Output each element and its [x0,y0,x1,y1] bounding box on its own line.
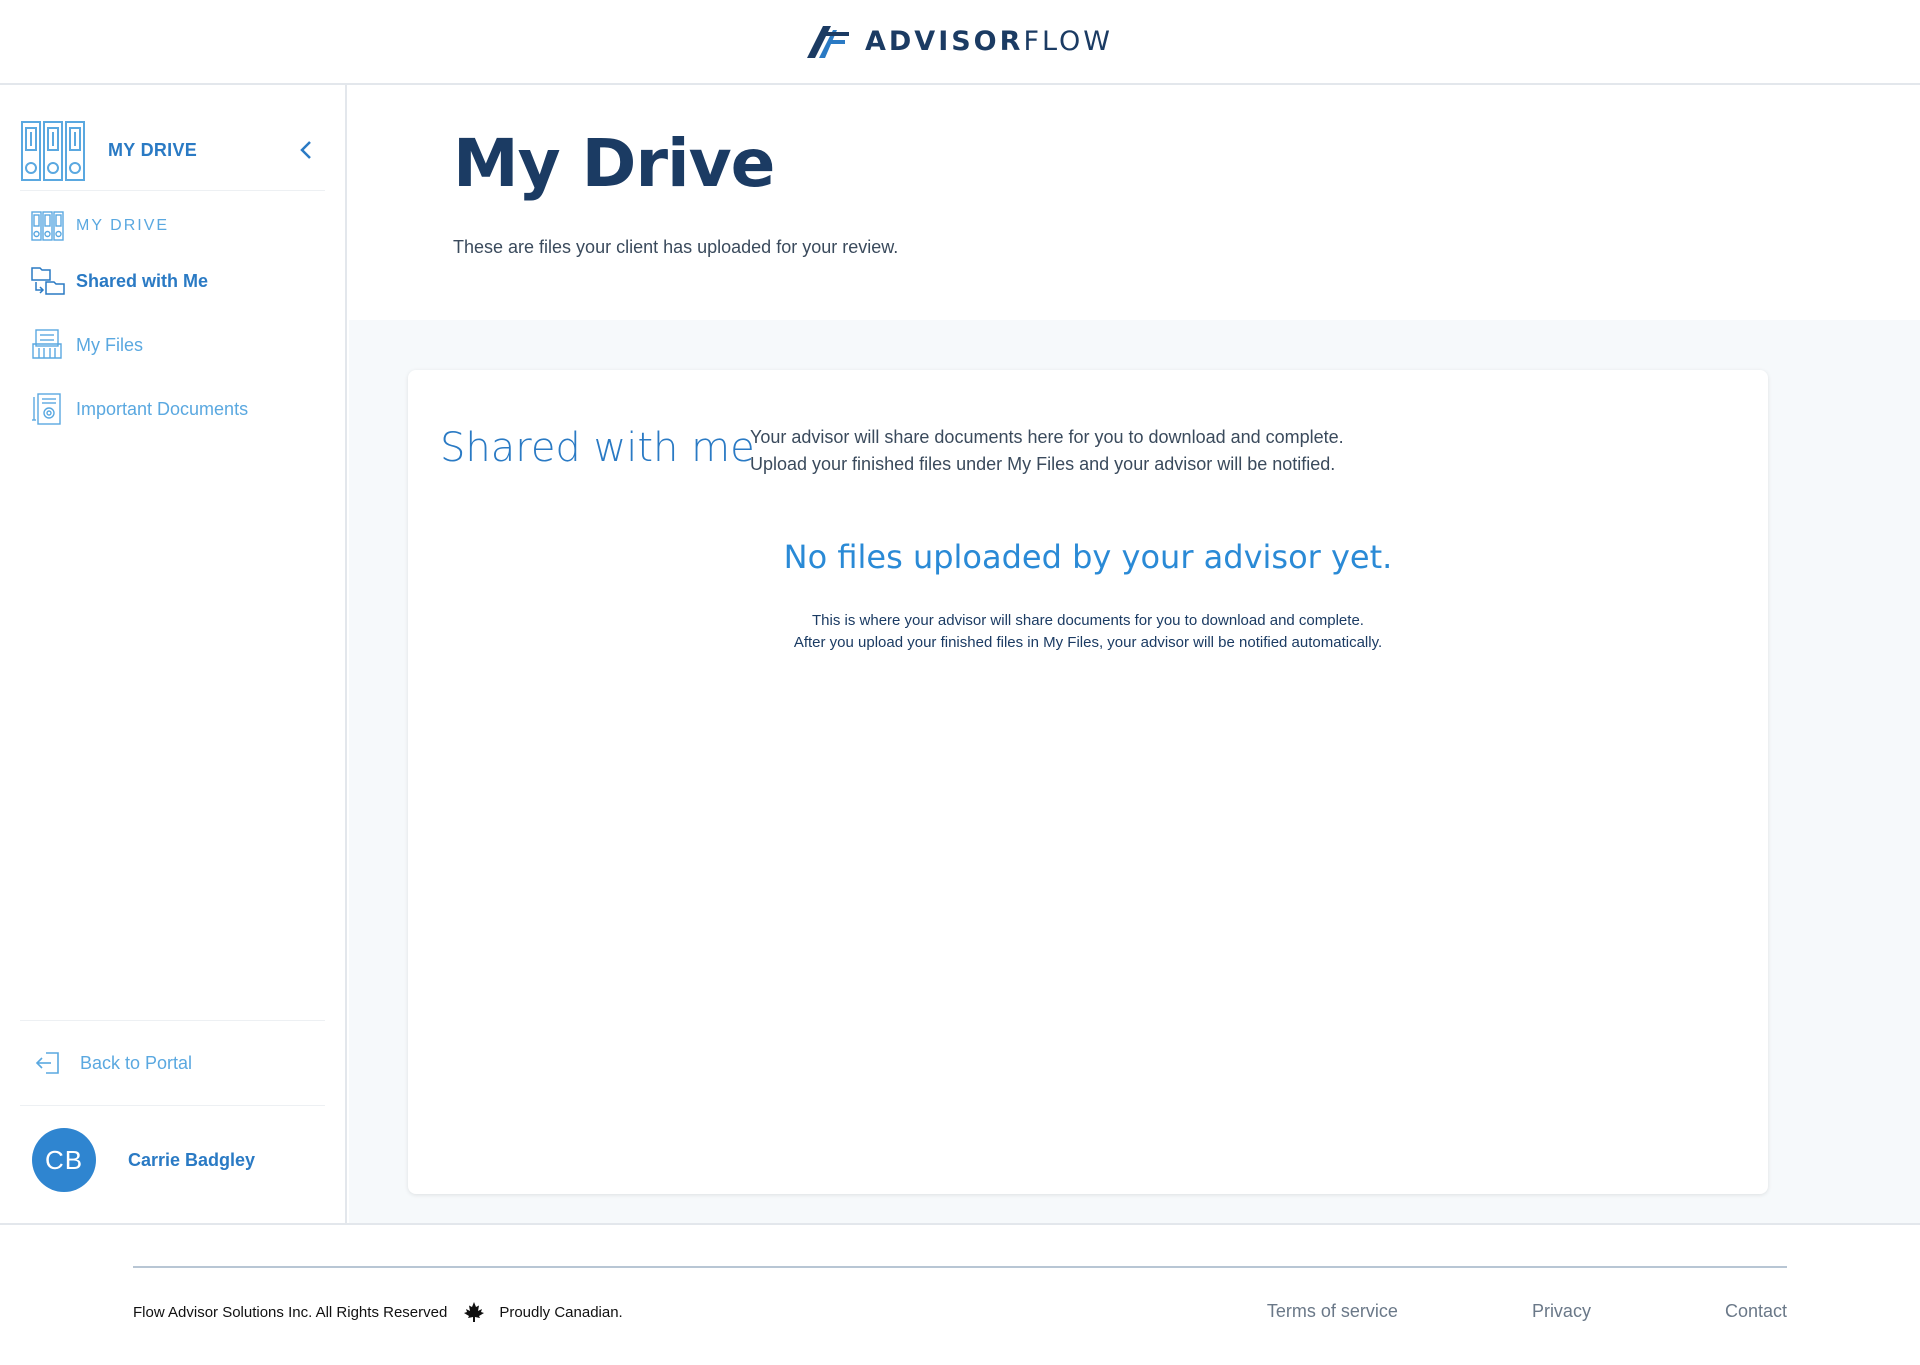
chevron-left-icon[interactable] [295,137,317,163]
exit-icon [35,1052,59,1074]
empty-state-line: After you upload your finished files in … [793,634,1383,651]
top-header: ADVISORFLOW [0,0,1920,85]
card-title: Shared with me [440,425,755,471]
terms-of-service-link[interactable]: Terms of service [1267,1301,1398,1322]
advisorflow-wordmark: ADVISORFLOW [865,26,1113,57]
main-content: Shared with me Your advisor will share d… [349,320,1920,1223]
shared-with-me-card: Shared with me Your advisor will share d… [408,370,1768,1194]
page-title: My Drive [453,125,775,202]
avatar: CB [32,1128,96,1192]
advisorflow-logo[interactable]: ADVISORFLOW [806,25,1113,58]
proudly-canadian-text: Proudly Canadian. [499,1303,623,1321]
sidebar-item-label: MY DRIVE [76,217,170,234]
wordmark-light: FLOW [1023,26,1113,57]
main-header: My Drive These are files your client has… [349,85,1920,320]
empty-state-title: No files uploaded by your advisor yet. [783,538,1393,576]
privacy-link[interactable]: Privacy [1532,1301,1591,1322]
sidebar-item-label: My Files [76,334,143,355]
page-subtitle: These are files your client has uploaded… [453,237,899,257]
sidebar-item-important-documents[interactable]: Important Documents [30,377,330,441]
card-description-line: Your advisor will share documents here f… [750,427,1344,447]
empty-state-description: This is where your advisor will share do… [408,610,1768,654]
footer-links: Terms of service Privacy Contact [1267,1301,1787,1322]
footer-copyright: Flow Advisor Solutions Inc. All Rights R… [133,1301,623,1323]
sidebar-item-my-drive[interactable]: MY DRIVE [30,203,330,249]
empty-state-line: This is where your advisor will share do… [812,612,1364,629]
file-cabinet-icon [32,329,62,359]
card-description-line: Upload your finished files under My File… [750,454,1336,474]
back-to-portal-link[interactable]: Back to Portal [20,1020,325,1106]
binders-icon [21,120,85,181]
sidebar-header: MY DRIVE [20,111,325,191]
advisorflow-logo-icon [806,25,849,58]
maple-leaf-icon [464,1302,485,1322]
user-name: Carrie Badgley [128,1149,256,1170]
footer: Flow Advisor Solutions Inc. All Rights R… [0,1223,1920,1365]
sidebar-item-my-files[interactable]: My Files [30,313,330,377]
user-profile[interactable]: CB Carrie Badgley [32,1128,255,1192]
shared-folders-icon [31,267,65,295]
contact-link[interactable]: Contact [1725,1301,1787,1322]
copyright-text: Flow Advisor Solutions Inc. All Rights R… [133,1303,448,1321]
sidebar: MY DRIVE MY DRIVE Shared with Me My File… [0,85,347,1223]
sidebar-item-shared-with-me[interactable]: Shared with Me [30,249,330,313]
sidebar-item-label: Shared with Me [76,270,209,291]
sidebar-title: MY DRIVE [108,140,198,160]
document-seal-icon [32,393,61,425]
footer-divider [133,1266,1787,1268]
sidebar-nav: MY DRIVE Shared with Me My Files Importa… [30,203,330,441]
wordmark-bold: ADVISOR [864,26,1024,57]
sidebar-item-label: Important Documents [76,398,249,419]
back-to-portal-label: Back to Portal [80,1052,193,1073]
card-description: Your advisor will share documents here f… [750,424,1344,478]
binders-icon [31,211,64,241]
